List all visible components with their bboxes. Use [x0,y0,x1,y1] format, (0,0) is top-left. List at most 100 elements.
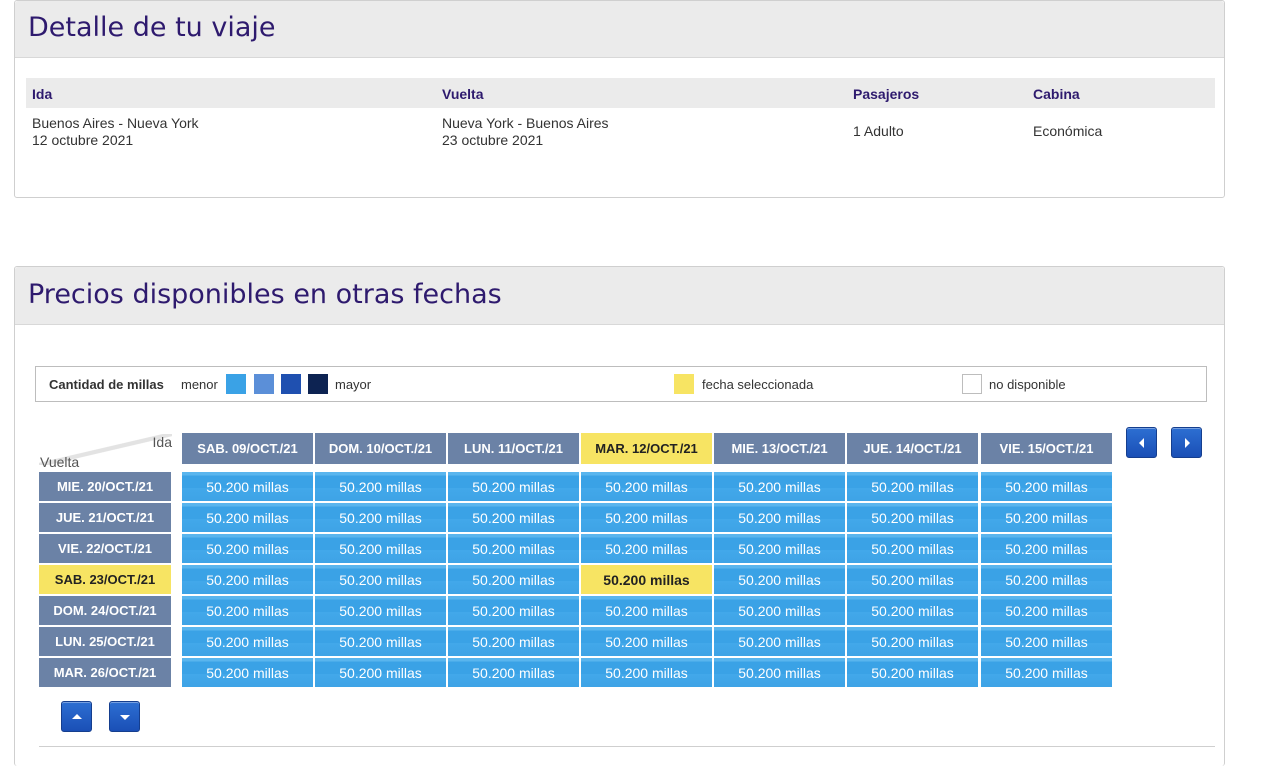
return-date-header: DOM. 24/OCT./21 [39,596,171,625]
legend-selected-swatch [674,374,694,394]
price-cell[interactable]: 50.200 millas [714,658,845,687]
price-cell[interactable]: 50.200 millas [981,627,1112,656]
next-return-dates-button[interactable] [109,701,140,732]
legend-swatch-2 [254,374,274,394]
prev-dates-button[interactable] [1126,427,1157,458]
price-cell[interactable]: 50.200 millas [448,503,579,532]
caret-left-icon [1138,437,1144,448]
price-cell[interactable]: 50.200 millas [847,472,978,501]
prices-header: Precios disponibles en otras fechas [15,267,1224,325]
return-date-header: LUN. 25/OCT./21 [39,627,171,656]
legend-unavailable-swatch [962,374,982,394]
outbound-date-header: JUE. 14/OCT./21 [847,433,978,464]
price-cell[interactable]: 50.200 millas [981,596,1112,625]
passengers-value: 1 Adulto [853,123,904,139]
price-cell[interactable]: 50.200 millas [981,503,1112,532]
price-cell[interactable]: 50.200 millas [182,534,313,563]
price-cell[interactable]: 50.200 millas [581,596,712,625]
header-pasajeros: Pasajeros [853,86,920,102]
corner-vuelta: Vuelta [40,454,80,470]
prev-return-dates-button[interactable] [61,701,92,732]
price-cell[interactable]: 50.200 millas [581,658,712,687]
outbound-date-header: DOM. 10/OCT./21 [315,433,446,464]
price-cell[interactable]: 50.200 millas [315,534,446,563]
price-cell[interactable]: 50.200 millas [315,596,446,625]
outbound-date-header: LUN. 11/OCT./21 [448,433,579,464]
legend-selected-label: fecha seleccionada [702,377,814,392]
prices-panel: Precios disponibles en otras fechas Cant… [14,266,1225,766]
trip-table-header: Ida Vuelta Pasajeros Cabina [26,78,1215,108]
header-cabina: Cabina [1033,86,1080,102]
trip-detail-title: Detalle de tu viaje [28,12,276,43]
vuelta-date: 23 octubre 2021 [442,132,544,148]
prices-title: Precios disponibles en otras fechas [28,279,502,310]
legend-unavailable-label: no disponible [989,377,1066,392]
price-cell[interactable]: 50.200 millas [448,627,579,656]
miles-legend: Cantidad de millas menor mayor fecha sel… [35,366,1207,402]
legend-menor: menor [181,377,218,392]
price-cell[interactable]: 50.200 millas [448,565,579,594]
price-cell[interactable]: 50.200 millas [714,534,845,563]
caret-down-icon [119,714,130,720]
price-cell[interactable]: 50.200 millas [182,565,313,594]
outbound-date-header: SAB. 09/OCT./21 [182,433,313,464]
price-cell[interactable]: 50.200 millas [981,565,1112,594]
header-ida: Ida [32,86,53,102]
price-cell[interactable]: 50.200 millas [714,472,845,501]
legend-mayor: mayor [335,377,372,392]
price-cell[interactable]: 50.200 millas [448,658,579,687]
grid-corner-label: Ida Vuelta [39,434,172,470]
price-cell[interactable]: 50.200 millas [315,627,446,656]
header-vuelta: Vuelta [442,86,484,102]
divider [39,746,1215,747]
price-cell[interactable]: 50.200 millas [581,534,712,563]
price-cell[interactable]: 50.200 millas [448,534,579,563]
vuelta-route: Nueva York - Buenos Aires [442,115,609,131]
ida-route: Buenos Aires - Nueva York [32,115,199,131]
caret-right-icon [1184,437,1190,448]
price-cell[interactable]: 50.200 millas [847,565,978,594]
price-cell[interactable]: 50.200 millas [714,503,845,532]
return-date-header: SAB. 23/OCT./21 [39,565,171,594]
price-cell[interactable]: 50.200 millas [581,503,712,532]
price-cell[interactable]: 50.200 millas [847,534,978,563]
price-cell[interactable]: 50.200 millas [847,627,978,656]
trip-detail-header: Detalle de tu viaje [15,1,1224,58]
price-cell[interactable]: 50.200 millas [581,627,712,656]
return-date-header: JUE. 21/OCT./21 [39,503,171,532]
price-cell[interactable]: 50.200 millas [981,658,1112,687]
return-date-header: MIE. 20/OCT./21 [39,472,171,501]
price-cell[interactable]: 50.200 millas [182,596,313,625]
legend-swatch-3 [281,374,301,394]
price-cell[interactable]: 50.200 millas [714,565,845,594]
price-cell[interactable]: 50.200 millas [182,503,313,532]
price-cell[interactable]: 50.200 millas [448,472,579,501]
price-cell[interactable]: 50.200 millas [182,658,313,687]
outbound-date-header: VIE. 15/OCT./21 [981,433,1112,464]
price-cell[interactable]: 50.200 millas [315,472,446,501]
price-cell[interactable]: 50.200 millas [847,503,978,532]
legend-swatch-1 [226,374,246,394]
price-cell[interactable]: 50.200 millas [581,472,712,501]
outbound-date-header: MAR. 12/OCT./21 [581,433,712,464]
price-cell[interactable]: 50.200 millas [714,627,845,656]
price-cell[interactable]: 50.200 millas [448,596,579,625]
price-cell[interactable]: 50.200 millas [182,627,313,656]
price-cell-selected[interactable]: 50.200 millas [581,565,712,594]
price-cell[interactable]: 50.200 millas [981,534,1112,563]
legend-swatch-4 [308,374,328,394]
price-cell[interactable]: 50.200 millas [182,472,313,501]
price-cell[interactable]: 50.200 millas [315,503,446,532]
price-cell[interactable]: 50.200 millas [315,565,446,594]
price-cell[interactable]: 50.200 millas [714,596,845,625]
next-dates-button[interactable] [1171,427,1202,458]
price-cell[interactable]: 50.200 millas [315,658,446,687]
return-date-header: VIE. 22/OCT./21 [39,534,171,563]
outbound-date-header: MIE. 13/OCT./21 [714,433,845,464]
legend-label: Cantidad de millas [49,377,164,392]
price-cell[interactable]: 50.200 millas [847,596,978,625]
price-cell[interactable]: 50.200 millas [981,472,1112,501]
price-cell[interactable]: 50.200 millas [847,658,978,687]
corner-ida: Ida [152,434,172,450]
trip-detail-panel: Detalle de tu viaje Ida Vuelta Pasajeros… [14,0,1225,198]
